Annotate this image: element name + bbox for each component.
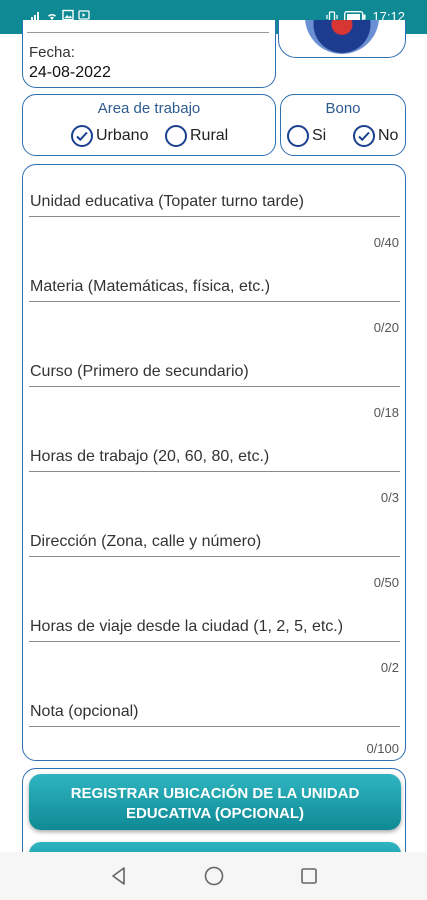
register-location-button[interactable]: REGISTRAR UBICACIÓN DE LA UNIDAD EDUCATI… bbox=[29, 774, 401, 830]
radio-checked-icon bbox=[71, 125, 93, 147]
field-underline bbox=[29, 471, 400, 472]
field-underline bbox=[29, 641, 400, 642]
fecha-panel: Fecha: 24-08-2022 bbox=[22, 20, 276, 88]
navigation-bar bbox=[0, 852, 427, 900]
field-counter: 0/18 bbox=[373, 405, 399, 420]
radio-urbano-label: Urbano bbox=[96, 127, 149, 144]
field-placeholder: Materia (Matemáticas, física, etc.) bbox=[30, 278, 271, 295]
radio-urbano[interactable]: Urbano bbox=[71, 125, 148, 147]
field-counter: 0/100 bbox=[366, 741, 399, 756]
recents-icon[interactable] bbox=[298, 865, 320, 887]
radio-no-label: No bbox=[378, 127, 399, 144]
radio-no[interactable]: No bbox=[353, 125, 398, 147]
field-underline bbox=[29, 301, 400, 302]
register-location-line2: EDUCATIVA (OPCIONAL) bbox=[125, 805, 305, 822]
bono-group: Bono Si No bbox=[280, 94, 406, 156]
radio-si-label: Si bbox=[312, 127, 327, 144]
fecha-value[interactable]: 24-08-2022 bbox=[29, 64, 111, 82]
avatar[interactable] bbox=[305, 20, 379, 54]
register-location-line1: REGISTRAR UBICACIÓN DE LA UNIDAD bbox=[70, 785, 360, 802]
field-counter: 0/3 bbox=[380, 490, 399, 505]
bono-title: Bono bbox=[325, 100, 361, 117]
home-icon[interactable] bbox=[203, 865, 225, 887]
radio-unchecked-icon bbox=[287, 125, 309, 147]
radio-rural-label: Rural bbox=[190, 127, 229, 144]
field-placeholder: Nota (opcional) bbox=[30, 703, 139, 720]
field-placeholder: Unidad educativa (Topater turno tarde) bbox=[30, 193, 304, 210]
radio-rural[interactable]: Rural bbox=[165, 125, 228, 147]
field-counter: 0/20 bbox=[373, 320, 399, 335]
field-placeholder: Curso (Primero de secundario) bbox=[30, 363, 249, 380]
radio-si[interactable]: Si bbox=[287, 125, 326, 147]
avatar-panel bbox=[278, 20, 406, 58]
field-counter: 0/50 bbox=[373, 575, 399, 590]
radio-checked-icon bbox=[353, 125, 375, 147]
form-panel: Unidad educativa (Topater turno tarde) 0… bbox=[22, 164, 406, 761]
fecha-label: Fecha: bbox=[29, 44, 75, 61]
radio-unchecked-icon bbox=[165, 125, 187, 147]
area-trabajo-title: Area de trabajo bbox=[97, 100, 201, 117]
field-underline bbox=[29, 216, 400, 217]
field-counter: 0/40 bbox=[373, 235, 399, 250]
back-icon[interactable] bbox=[108, 865, 130, 887]
field-placeholder: Horas de viaje desde la ciudad (1, 2, 5,… bbox=[30, 618, 344, 635]
fecha-divider bbox=[27, 32, 269, 33]
field-placeholder: Horas de trabajo (20, 60, 80, etc.) bbox=[30, 448, 270, 465]
field-underline bbox=[29, 726, 400, 727]
field-placeholder: Dirección (Zona, calle y número) bbox=[30, 533, 262, 550]
area-trabajo-group: Area de trabajo Urbano Rural bbox=[22, 94, 276, 156]
field-underline bbox=[29, 556, 400, 557]
field-counter: 0/2 bbox=[380, 660, 399, 675]
field-underline bbox=[29, 386, 400, 387]
